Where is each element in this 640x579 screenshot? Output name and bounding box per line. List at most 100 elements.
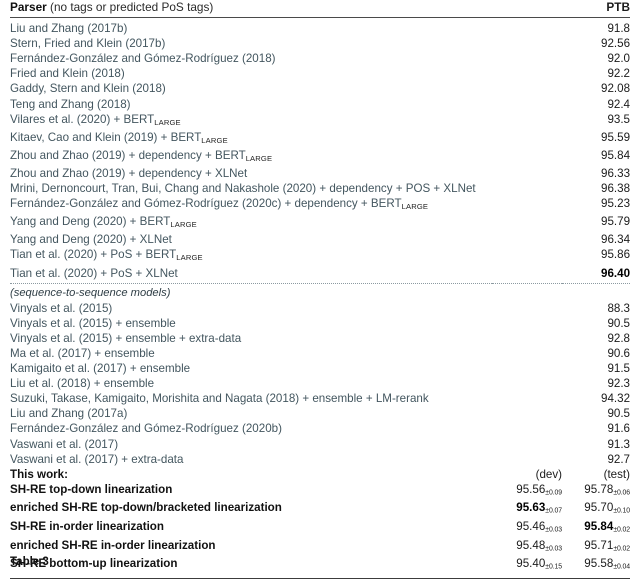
- dev-score-error: ±0.07: [545, 507, 562, 515]
- table-row: Ma et al. (2017) + ensemble 90.6: [10, 346, 630, 361]
- test-score-value: 95.58: [584, 557, 614, 571]
- parser-citation: Fernández-González and Gómez-Rodríguez (…: [10, 52, 276, 66]
- ptb-score: 96.34: [601, 233, 631, 247]
- table-row: Liu et al. (2018) + ensemble 92.3: [10, 376, 630, 391]
- ptb-score: 95.86: [601, 248, 631, 262]
- table-row: Teng and Zhang (2018) 92.4: [10, 97, 630, 112]
- bert-size-subscript: Large: [176, 253, 203, 263]
- parser-citation: Kitaev, Cao and Klein (2019) + BERTLarge: [10, 130, 228, 145]
- test-score: 95.70±0.10: [562, 500, 630, 519]
- dev-score-error: ±0.03: [545, 545, 562, 553]
- dev-score-value: 95.63: [516, 501, 546, 515]
- bert-size-subscript: Large: [154, 117, 181, 127]
- parser-citation: Zhou and Zhao (2019) + dependency + BERT…: [10, 148, 273, 163]
- test-score-error: ±0.02: [613, 526, 631, 534]
- table-row: Kitaev, Cao and Klein (2019) + BERTLarge…: [10, 130, 630, 148]
- header-parser-cell: Parser (no tags or predicted PoS tags): [10, 0, 492, 17]
- dev-score-error: ±0.03: [545, 526, 562, 534]
- parser-citation: Tian et al. (2020) + PoS + XLNet: [10, 266, 178, 280]
- bert-size-subscript: Large: [245, 153, 273, 163]
- ptb-score: 96.38: [601, 182, 631, 196]
- parser-citation: Tian et al. (2020) + PoS + BERTLarge: [10, 248, 203, 263]
- parser-citation: Zhou and Zhao (2019) + dependency + XLNe…: [10, 166, 248, 180]
- parser-citation: Mrini, Dernoncourt, Tran, Bui, Chang and…: [10, 182, 476, 196]
- ptb-score: 91.6: [607, 422, 631, 436]
- parser-citation: Fernández-González and Gómez-Rodríguez (…: [10, 422, 282, 436]
- table-row: Zhou and Zhao (2019) + dependency + BERT…: [10, 148, 630, 166]
- this-work-row: enriched SH-RE in-order linearization 95.…: [10, 538, 630, 557]
- ptb-score: 90.5: [607, 316, 631, 330]
- test-score-error: ±0.04: [613, 563, 631, 571]
- bert-size-subscript: Large: [401, 202, 429, 212]
- table-figure-page: Parser (no tags or predicted PoS tags) PT…: [0, 0, 640, 579]
- table-header-row: Parser (no tags or predicted PoS tags) PT…: [10, 0, 630, 17]
- ptb-score: 95.84: [601, 148, 631, 162]
- table-row: Kamigaito et al. (2017) + ensemble 91.5: [10, 361, 630, 376]
- parser-citation: Vinyals et al. (2015): [10, 301, 113, 315]
- dev-column-header: (dev): [535, 467, 562, 481]
- table-row: Fernández-González and Gómez-Rodríguez (…: [10, 196, 630, 214]
- ptb-score: 92.0: [607, 52, 631, 66]
- ptb-score: 91.3: [607, 437, 631, 451]
- parser-citation: Vaswani et al. (2017) + extra-data: [10, 452, 184, 466]
- ptb-score: 96.33: [601, 166, 631, 180]
- ptb-score: 95.23: [601, 197, 631, 211]
- parser-citation: Vilares et al. (2020) + BERTLarge: [10, 112, 181, 127]
- table-bottom-rule: [10, 577, 631, 579]
- ptb-score: 91.5: [607, 362, 631, 376]
- table-row: Vaswani et al. (2017) + extra-data 92.7: [10, 452, 630, 467]
- table-row: Vinyals et al. (2015) + ensemble 90.5: [10, 316, 630, 331]
- dev-score: 95.48±0.03: [492, 538, 562, 557]
- ptb-score: 92.08: [601, 82, 631, 96]
- table-row: Stern, Fried and Klein (2017b) 92.56: [10, 36, 630, 51]
- section-label-row: (sequence-to-sequence models): [10, 286, 630, 301]
- dev-score: 95.40±0.15: [492, 556, 562, 575]
- table-row: Zhou and Zhao (2019) + dependency + XLNe…: [10, 166, 630, 181]
- table-row: Gaddy, Stern and Klein (2018) 92.08: [10, 81, 630, 96]
- parser-citation: Liu and Zhang (2017b): [10, 22, 128, 36]
- table-row: Vinyals et al. (2015) 88.3: [10, 301, 630, 316]
- test-score-value: 95.70: [584, 501, 614, 515]
- this-work-header-row: This work: (dev) (test): [10, 467, 630, 482]
- test-score-value: 95.78: [584, 482, 614, 496]
- this-work-row: SH-RE bottom-up linearization 95.40±0.15 9…: [10, 556, 630, 575]
- this-work-row: SH-RE in-order linearization 95.46±0.03 95…: [10, 519, 630, 538]
- parser-citation: Gaddy, Stern and Klein (2018): [10, 82, 166, 96]
- this-work-label: SH-RE in-order linearization: [10, 520, 164, 533]
- ptb-score: 92.56: [601, 37, 631, 51]
- ptb-score: 92.8: [607, 331, 631, 345]
- parser-citation: Kamigaito et al. (2017) + ensemble: [10, 362, 191, 376]
- this-work-row: enriched SH-RE top-down/bracketed linear…: [10, 500, 630, 519]
- test-score-value: 95.71: [584, 538, 614, 552]
- table-row: Fernández-González and Gómez-Rodríguez (…: [10, 421, 630, 436]
- results-table: Parser (no tags or predicted PoS tags) PT…: [10, 0, 630, 579]
- test-score: 95.71±0.02: [562, 538, 630, 557]
- table-row: Fried and Klein (2018) 92.2: [10, 66, 630, 81]
- dev-score-value: 95.56: [516, 482, 546, 496]
- ptb-score: 92.3: [607, 377, 631, 391]
- table-row: Vinyals et al. (2015) + ensemble + extra…: [10, 331, 630, 346]
- table-row: Tian et al. (2020) + PoS + BERTLarge 95.8…: [10, 247, 630, 265]
- ptb-score: 90.5: [607, 407, 631, 421]
- test-score-error: ±0.06: [613, 489, 631, 497]
- dev-score-error: ±0.15: [545, 563, 562, 571]
- table-row: Yang and Deng (2020) + XLNet 96.34: [10, 232, 630, 247]
- parser-citation: Vinyals et al. (2015) + ensemble + extra…: [10, 331, 242, 345]
- ptb-score: 90.6: [607, 346, 631, 360]
- ptb-score: 92.4: [607, 97, 631, 111]
- dev-score: 95.63±0.07: [492, 500, 562, 519]
- table-row: Liu and Zhang (2017a) 90.5: [10, 406, 630, 421]
- parser-citation: Liu and Zhang (2017a): [10, 407, 128, 421]
- table-row: Vilares et al. (2020) + BERTLarge 93.5: [10, 112, 630, 130]
- this-work-label: SH-RE bottom-up linearization: [10, 557, 178, 571]
- table-row: Suzuki, Takase, Kamigaito, Morishita and…: [10, 391, 630, 406]
- figure-caption: Table 3: [10, 556, 49, 568]
- table-row: Fernández-González and Gómez-Rodríguez (…: [10, 51, 630, 66]
- parser-citation: Teng and Zhang (2018): [10, 97, 131, 111]
- test-score: 95.84±0.02: [562, 519, 630, 538]
- table-row: Mrini, Dernoncourt, Tran, Bui, Chang and…: [10, 181, 630, 196]
- parser-citation: Fried and Klein (2018): [10, 67, 125, 81]
- parser-citation: Ma et al. (2017) + ensemble: [10, 346, 155, 360]
- this-work-row: SH-RE top-down linearization 95.56±0.09 95…: [10, 482, 630, 501]
- parser-citation: Fernández-González and Gómez-Rodríguez (…: [10, 197, 429, 212]
